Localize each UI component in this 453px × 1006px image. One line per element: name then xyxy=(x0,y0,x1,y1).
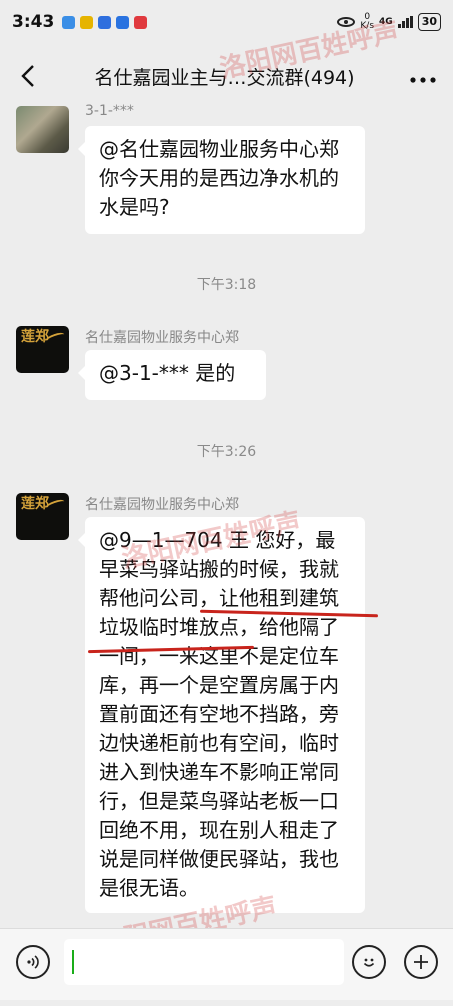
sender-name: 3-1-*** xyxy=(85,103,134,119)
net-speed: 0 K/s xyxy=(360,13,374,31)
app-notification-icon xyxy=(116,15,130,29)
emoji-icon xyxy=(363,958,375,967)
message-bubble[interactable]: @名仕嘉园物业服务中心郑你今天用的是西边净水机的水是吗? xyxy=(78,126,365,234)
time-separator: 下午3:18 xyxy=(196,277,257,293)
back-button[interactable] xyxy=(10,58,46,94)
plus-icon xyxy=(414,955,428,969)
text-cursor xyxy=(72,950,74,974)
app-notification-icon xyxy=(98,15,112,29)
chat-title[interactable]: 名仕嘉园业主与…交流群(494) xyxy=(46,63,403,90)
notification-icons xyxy=(62,15,148,29)
sender-name: 名仕嘉园物业服务中心郑 xyxy=(85,497,239,513)
eye-icon xyxy=(337,17,356,27)
status-bar: 3:43 0 K/s 4G 30 xyxy=(0,0,453,44)
battery-icon: 30 xyxy=(417,13,441,31)
chat-header: 名仕嘉园业主与…交流群(494) xyxy=(0,44,453,108)
avatar[interactable]: 莲郑 xyxy=(16,493,69,540)
chevron-left-icon xyxy=(21,65,34,87)
status-time: 3:43 xyxy=(12,12,55,32)
message-input[interactable] xyxy=(64,939,344,985)
more-button[interactable] xyxy=(403,64,443,89)
plus-button[interactable] xyxy=(404,945,438,979)
time-separator: 下午3:26 xyxy=(196,444,257,460)
message-bubble[interactable]: @3-1-*** 是的 xyxy=(78,350,266,400)
avatar-text: 莲郑 xyxy=(21,496,49,512)
signal-icon xyxy=(397,16,413,28)
avatar[interactable] xyxy=(16,106,69,153)
app-notification-icon xyxy=(80,15,94,29)
avatar-text: 莲郑 xyxy=(21,329,49,345)
emoji-button[interactable] xyxy=(352,945,386,979)
app-notification-icon xyxy=(62,15,76,29)
avatar[interactable]: 莲郑 xyxy=(16,326,69,373)
app-notification-icon xyxy=(134,15,148,29)
input-bar xyxy=(0,928,453,1000)
message-bubble[interactable]: @9—1—704 王 您好，最早菜鸟驿站搬的时候，我就帮他问公司，让他租到建筑垃… xyxy=(78,517,365,913)
voice-icon xyxy=(27,955,39,969)
net-speed-unit: K/s xyxy=(360,21,375,31)
more-dots-icon xyxy=(410,76,436,83)
sender-name: 名仕嘉园物业服务中心郑 xyxy=(85,330,239,346)
status-indicators: 0 K/s 4G 30 xyxy=(337,13,441,31)
voice-button[interactable] xyxy=(16,945,50,979)
network-type: 4G xyxy=(379,17,393,27)
